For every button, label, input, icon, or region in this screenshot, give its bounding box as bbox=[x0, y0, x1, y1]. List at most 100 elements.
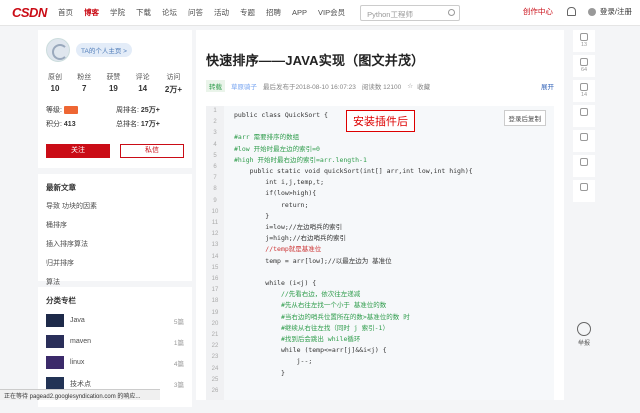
code-line: if(low>high){ bbox=[234, 188, 473, 199]
stat-label: 访问 bbox=[165, 72, 182, 82]
line-number: 1 bbox=[206, 106, 224, 117]
latest-article-link[interactable]: 插入排序算法 bbox=[46, 239, 184, 249]
right-toolbar: 13 64 14 bbox=[573, 30, 595, 205]
column-item[interactable]: maven1篇 bbox=[46, 335, 184, 348]
code-line: i=low;//左边哨兵的索引 bbox=[234, 222, 473, 233]
favorite-button[interactable]: 64 bbox=[573, 55, 595, 77]
nav-item[interactable]: 下载 bbox=[136, 7, 151, 18]
latest-article-link[interactable]: 导致 功块的因素 bbox=[46, 201, 184, 211]
code-line: } bbox=[234, 368, 473, 379]
code-line: while (temp<=arr[j]&&i<j) { bbox=[234, 345, 473, 356]
line-number: 10 bbox=[206, 207, 224, 218]
code-line: j=high;//右边哨兵的索引 bbox=[234, 233, 473, 244]
code-line: #继续从右往左找（同时 j 索引-1） bbox=[234, 323, 473, 334]
like-icon bbox=[580, 33, 588, 41]
report-button[interactable]: 举报 bbox=[573, 322, 595, 347]
stat-item: 访问2万+ bbox=[165, 72, 182, 95]
tool-count: 14 bbox=[573, 92, 595, 98]
column-name: linux bbox=[70, 359, 174, 366]
line-number: 21 bbox=[206, 330, 224, 341]
stat-item: 获赞19 bbox=[106, 72, 120, 95]
plugin-annotation: 安装插件后 bbox=[346, 110, 415, 132]
search-icon[interactable] bbox=[448, 9, 455, 16]
share-button[interactable] bbox=[573, 105, 595, 127]
more-button[interactable] bbox=[573, 180, 595, 202]
total-rank-value: 17万+ bbox=[141, 121, 160, 128]
report-icon bbox=[577, 322, 591, 336]
stat-value: 7 bbox=[77, 84, 91, 93]
line-number: 14 bbox=[206, 252, 224, 263]
article-main: 快速排序——JAVA实现（图文并茂） 转载 草原骑子 最后发布于2018-08-… bbox=[196, 30, 564, 400]
code-line: #arr 需要排序的数组 bbox=[234, 132, 473, 143]
code-line: #high 开始时最右边的索引=arr.length-1 bbox=[234, 155, 473, 166]
latest-article-link[interactable]: 算法 bbox=[46, 277, 184, 287]
code-line: #low 开始时最左边的索引=0 bbox=[234, 144, 473, 155]
column-count: 5篇 bbox=[174, 316, 184, 326]
collapse-button[interactable] bbox=[573, 155, 595, 177]
nav-item[interactable]: 首页 bbox=[58, 7, 73, 18]
line-number: 7 bbox=[206, 173, 224, 184]
column-thumbnail bbox=[46, 335, 64, 348]
expand-link[interactable]: 展开 bbox=[541, 81, 554, 91]
latest-article-link[interactable]: 归并排序 bbox=[46, 258, 184, 268]
line-number: 2 bbox=[206, 117, 224, 128]
nav-item[interactable]: 博客 bbox=[84, 7, 99, 18]
line-number: 6 bbox=[206, 162, 224, 173]
line-number: 15 bbox=[206, 263, 224, 274]
code-line: } bbox=[234, 211, 473, 222]
code-line: return; bbox=[234, 200, 473, 211]
search-input[interactable]: Python工程师 bbox=[360, 5, 460, 21]
top-navigation-bar: CSDN 首页博客学院下载论坛问答活动专题招聘 APP VIP会员 Python工程… bbox=[0, 0, 640, 26]
line-number: 16 bbox=[206, 274, 224, 285]
column-thumbnail bbox=[46, 314, 64, 327]
user-icon bbox=[588, 8, 596, 16]
share-icon bbox=[580, 108, 588, 116]
code-line: #找到后会跳出 while循环 bbox=[234, 334, 473, 345]
column-item[interactable]: Java5篇 bbox=[46, 314, 184, 327]
nav-item[interactable]: APP bbox=[292, 8, 307, 17]
comment-button[interactable]: 14 bbox=[573, 80, 595, 102]
profile-link[interactable]: TA的个人主页 > bbox=[76, 43, 132, 57]
create-center-link[interactable]: 创作中心 bbox=[523, 6, 553, 17]
read-count: 阅读数 12100 bbox=[362, 81, 401, 91]
code-line bbox=[234, 379, 473, 390]
line-number: 22 bbox=[206, 341, 224, 352]
login-link[interactable]: 登录/注册 bbox=[588, 6, 632, 17]
nav-item[interactable]: 论坛 bbox=[162, 7, 177, 18]
stat-item: 原创10 bbox=[48, 72, 62, 95]
latest-articles-title: 最新文章 bbox=[46, 182, 184, 193]
line-number: 17 bbox=[206, 285, 224, 296]
latest-article-link[interactable]: 桶排序 bbox=[46, 220, 184, 230]
copy-button[interactable]: 登录后复制 bbox=[504, 110, 547, 126]
nav-item[interactable]: 专题 bbox=[240, 7, 255, 18]
line-number: 26 bbox=[206, 386, 224, 397]
nav-item[interactable]: 招聘 bbox=[266, 7, 281, 18]
author-link[interactable]: 草原骑子 bbox=[231, 81, 257, 91]
stat-label: 评论 bbox=[136, 72, 150, 82]
app-button[interactable] bbox=[573, 130, 595, 152]
follow-button[interactable]: 关注 bbox=[46, 144, 110, 158]
column-count: 3篇 bbox=[174, 379, 184, 389]
stat-label: 粉丝 bbox=[77, 72, 91, 82]
column-count: 1篇 bbox=[174, 337, 184, 347]
repost-tag: 转载 bbox=[206, 80, 225, 92]
avatar[interactable] bbox=[46, 38, 70, 62]
star-icon[interactable]: ☆ bbox=[407, 82, 413, 90]
more-icon bbox=[580, 183, 588, 191]
message-button[interactable]: 私信 bbox=[120, 144, 184, 158]
nav-item[interactable]: 活动 bbox=[214, 7, 229, 18]
like-button[interactable]: 13 bbox=[573, 30, 595, 52]
code-block: 1234567891011121314151617181920212223242… bbox=[206, 106, 554, 400]
nav-item[interactable]: VIP会员 bbox=[318, 7, 345, 18]
favorite-icon bbox=[580, 58, 588, 66]
nav-item[interactable]: 问答 bbox=[188, 7, 203, 18]
bell-icon[interactable] bbox=[567, 7, 576, 16]
points-value: 413 bbox=[64, 121, 76, 128]
collapse-icon bbox=[580, 158, 588, 166]
line-number: 5 bbox=[206, 151, 224, 162]
column-item[interactable]: linux4篇 bbox=[46, 356, 184, 369]
nav-item[interactable]: 学院 bbox=[110, 7, 125, 18]
favorite-link[interactable]: 收藏 bbox=[417, 81, 430, 91]
csdn-logo[interactable]: CSDN bbox=[12, 5, 58, 20]
code-line: j--; bbox=[234, 356, 473, 367]
